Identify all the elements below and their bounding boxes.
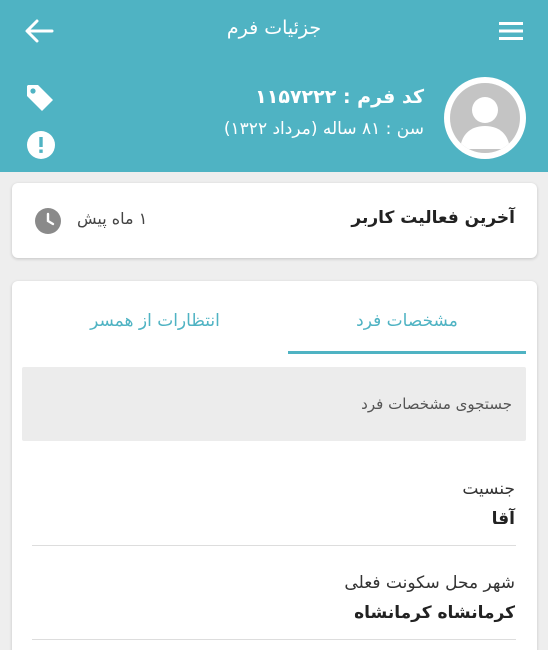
hamburger-menu-icon[interactable] xyxy=(496,18,526,44)
page-title: جزئیات فرم xyxy=(226,17,322,39)
field-value-city: کرمانشاه کرمانشاه xyxy=(354,603,515,623)
field-label-gender: جنسیت xyxy=(462,479,515,499)
active-tab-indicator xyxy=(288,351,526,354)
details-card: مشخصات فرد انتظارات از همسر جنسیت آقا شه… xyxy=(12,281,537,650)
clock-icon xyxy=(35,208,61,234)
field-value-gender: آقا xyxy=(491,509,515,529)
divider xyxy=(32,545,516,546)
last-activity-label: آخرین فعالیت کاربر xyxy=(351,208,515,228)
app-bar: جزئیات فرم xyxy=(0,0,548,64)
alert-icon[interactable] xyxy=(26,130,56,160)
last-activity-value: ۱ ماه پیش xyxy=(77,209,148,228)
last-activity-card: آخرین فعالیت کاربر ۱ ماه پیش xyxy=(12,183,537,258)
divider xyxy=(32,639,516,640)
avatar[interactable] xyxy=(444,77,526,159)
form-code: کد فرم : ۱۱۵۷۲۲۲ xyxy=(255,86,424,108)
tag-icon[interactable] xyxy=(24,82,56,114)
profile-header: کد فرم : ۱۱۵۷۲۲۲ سن : ۸۱ ساله (مرداد ۱۳۲… xyxy=(0,64,548,172)
search-input[interactable] xyxy=(22,367,526,441)
field-label-city: شهر محل سکونت فعلی xyxy=(344,573,515,593)
tab-person-details[interactable]: مشخصات فرد xyxy=(288,311,526,331)
user-avatar-icon xyxy=(460,97,510,149)
age-text: سن : ۸۱ ساله (مرداد ۱۳۲۲) xyxy=(223,119,424,139)
tab-spouse-expectations[interactable]: انتظارات از همسر xyxy=(24,311,286,331)
